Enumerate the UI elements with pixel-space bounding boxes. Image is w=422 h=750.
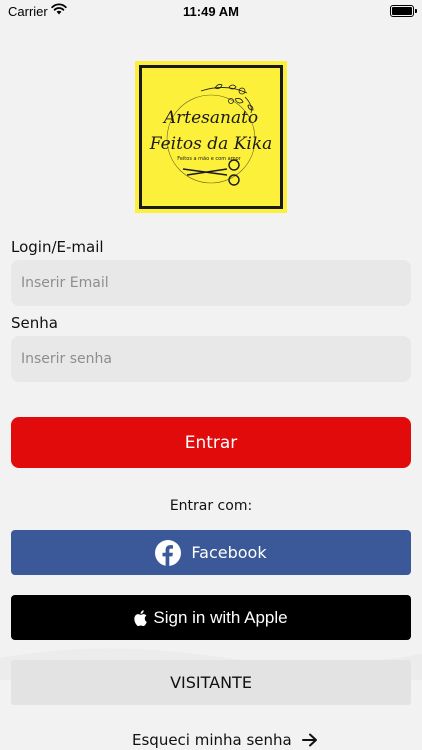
logo-line2: Feitos da Kika [149, 134, 273, 154]
apple-button-label: Sign in with Apple [153, 607, 288, 627]
guest-button[interactable]: VISITANTE [11, 660, 411, 705]
status-bar: Carrier 11:49 AM [0, 0, 422, 22]
login-button-label: Entrar [184, 432, 238, 453]
login-label: Login/E-mail [11, 238, 104, 256]
facebook-button-label: Facebook [191, 543, 267, 562]
facebook-login-button[interactable]: Facebook [11, 530, 411, 575]
battery-icon [390, 5, 417, 17]
apple-signin-button[interactable]: Sign in with Apple [11, 595, 411, 640]
forgot-password-link[interactable]: Esqueci minha senha [132, 731, 318, 749]
scissors-icon [182, 159, 240, 186]
guest-button-label: VISITANTE [170, 673, 252, 692]
social-login-heading: Entrar com: [169, 498, 253, 514]
apple-icon [134, 609, 148, 626]
forgot-password-label: Esqueci minha senha [132, 731, 292, 749]
logo-artwork: Artesanato Feitos da Kika Feitos a mão e… [149, 84, 273, 186]
login-button[interactable]: Entrar [11, 417, 411, 468]
password-input[interactable] [11, 336, 411, 382]
brand-logo: Artesanato Feitos da Kika Feitos a mão e… [135, 61, 287, 213]
logo-line1: Artesanato [162, 108, 258, 128]
email-input[interactable] [11, 260, 411, 306]
password-label: Senha [11, 314, 58, 332]
arrow-right-icon [301, 733, 318, 747]
status-time: 11:49 AM [183, 4, 239, 19]
facebook-icon [155, 539, 182, 566]
